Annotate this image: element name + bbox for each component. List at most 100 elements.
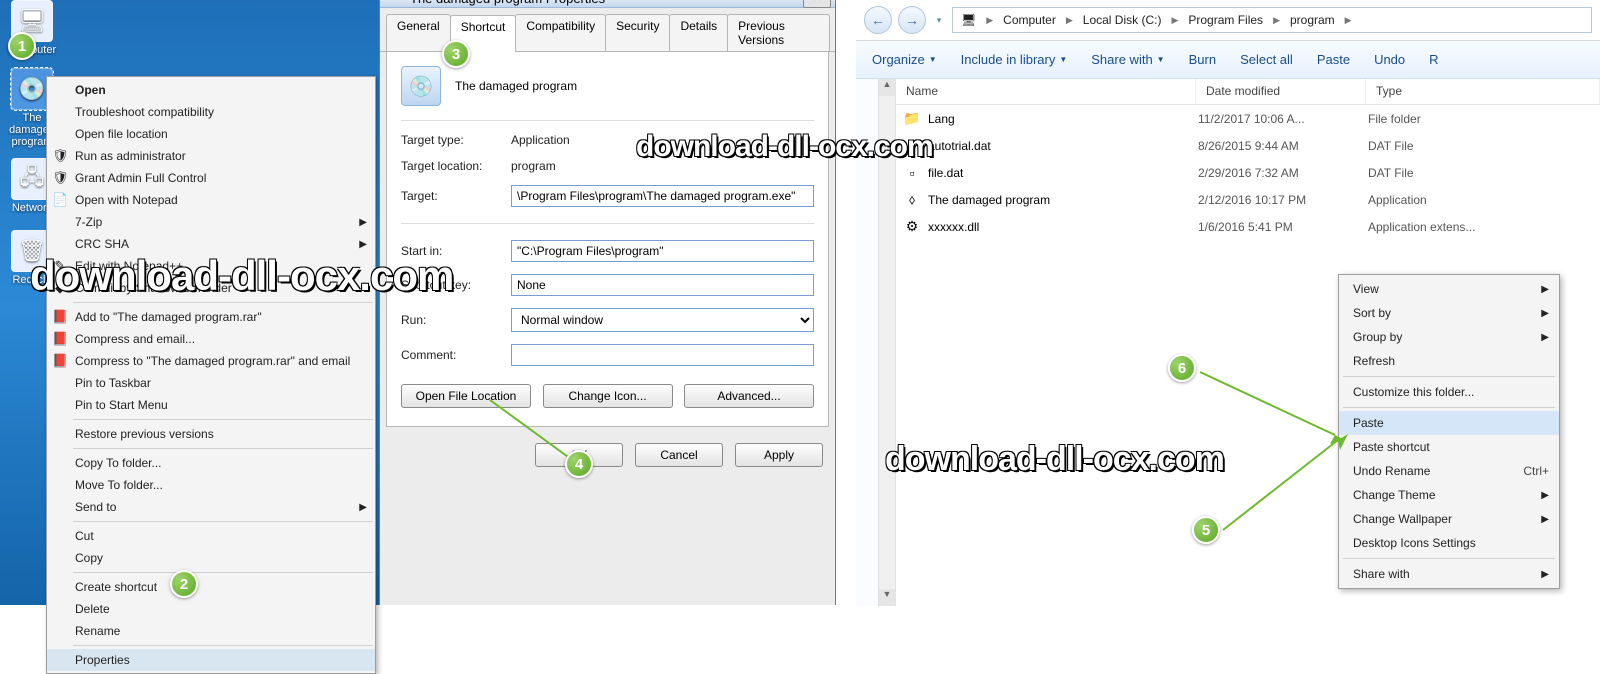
open-file-location-button[interactable]: Open File Location [401,384,531,408]
context-menu-item[interactable]: Change Theme▶ [1339,483,1559,507]
context-menu-item[interactable]: Copy [47,547,375,569]
step-badge-6: 6 [1168,354,1196,382]
file-icon: 📁 [902,110,922,127]
context-menu-item[interactable]: Move To folder... [47,474,375,496]
context-menu-item[interactable]: 📄Open with Notepad [47,189,375,211]
menu-item-label: Pin to Taskbar [75,376,151,390]
menu-item-label: Compress to "The damaged program.rar" an… [75,354,350,368]
back-button[interactable]: ← [864,6,892,34]
breadcrumb-segment[interactable]: Program Files [1180,8,1271,32]
menu-item-label: Desktop Icons Settings [1353,536,1476,550]
cmd-organize[interactable]: Organize▼ [872,52,937,67]
context-menu-item[interactable]: Group by▶ [1339,325,1559,349]
submenu-arrow-icon: ▶ [1541,308,1549,319]
cmd-select-all[interactable]: Select all [1240,52,1293,67]
context-menu-item[interactable]: Cut [47,525,375,547]
file-row[interactable]: ▫autotrial.dat8/26/2015 9:44 AMDAT File [896,132,1600,159]
file-row[interactable]: 📁Lang11/2/2017 10:06 A...File folder [896,105,1600,132]
target-input[interactable] [511,185,814,207]
context-menu-item[interactable]: Paste [1339,411,1559,435]
comment-input[interactable] [511,344,814,366]
col-type[interactable]: Type [1366,79,1600,104]
context-menu-item[interactable]: Open file location [47,123,375,145]
context-menu-item[interactable]: Delete [47,598,375,620]
breadcrumb-segment[interactable]: Local Disk (C:) [1075,8,1170,32]
nav-row: ← → ▾ 🖥▶Computer▶Local Disk (C:)▶Program… [856,0,1600,41]
context-menu-item[interactable]: Paste shortcut [1339,435,1559,459]
computer-icon[interactable]: 🖥 [953,8,984,32]
context-menu-item[interactable]: Pin to Start Menu [47,394,375,416]
context-menu-item[interactable]: Share with▶ [1339,562,1559,586]
cmd-paste[interactable]: Paste [1317,52,1350,67]
context-menu-item[interactable]: 📕Add to "The damaged program.rar" [47,306,375,328]
context-menu-item[interactable]: 🛡Grant Admin Full Control [47,167,375,189]
submenu-arrow-icon: ▶ [359,217,367,228]
context-menu-item[interactable]: Copy To folder... [47,452,375,474]
file-icon: ▫ [902,165,922,181]
label-run: Run: [401,313,511,327]
context-menu-item[interactable]: Rename [47,620,375,642]
menu-item-label: Open [75,83,106,97]
menu-item-label: Change Theme [1353,488,1436,502]
context-menu-item[interactable]: Properties [47,649,375,671]
cmd-undo[interactable]: Undo [1374,52,1405,67]
context-menu-item[interactable]: Pin to Taskbar [47,372,375,394]
tab-previous-versions[interactable]: Previous Versions [727,14,830,51]
start-in-input[interactable] [511,240,814,262]
context-menu-item[interactable]: View▶ [1339,277,1559,301]
breadcrumb-segment[interactable]: program [1282,8,1343,32]
address-bar[interactable]: 🖥▶Computer▶Local Disk (C:)▶Program Files… [952,7,1592,33]
context-menu-item[interactable]: Customize this folder... [1339,380,1559,404]
context-menu-item[interactable]: Desktop Icons Settings [1339,531,1559,555]
scroll-down-icon[interactable]: ▼ [879,589,895,606]
tab-security[interactable]: Security [605,14,670,51]
col-name[interactable]: Name [896,79,1196,104]
cmd-burn[interactable]: Burn [1189,52,1216,67]
file-name: The damaged program [922,193,1198,207]
context-menu-item[interactable]: Undo RenameCtrl+ [1339,459,1559,483]
context-menu-item[interactable]: Change Wallpaper▶ [1339,507,1559,531]
context-menu-item[interactable]: 7-Zip▶ [47,211,375,233]
change-icon-button[interactable]: Change Icon... [543,384,673,408]
forward-button[interactable]: → [898,6,926,34]
cmd-include-in-library[interactable]: Include in library▼ [961,52,1068,67]
context-menu-item[interactable]: Create shortcut [47,576,375,598]
menu-item-label: Compress and email... [75,332,195,346]
col-date[interactable]: Date modified [1196,79,1366,104]
tab-general[interactable]: General [386,14,451,51]
context-menu-item[interactable]: Open [47,79,375,101]
apply-button[interactable]: Apply [735,443,823,467]
context-menu-item[interactable]: Restore previous versions [47,423,375,445]
cancel-button[interactable]: Cancel [635,443,723,467]
context-menu-item[interactable]: 📕Compress to "The damaged program.rar" a… [47,350,375,372]
label-comment: Comment: [401,348,511,362]
context-menu-item[interactable]: Send to▶ [47,496,375,518]
menu-item-icon: 📕 [52,331,68,347]
context-menu-item[interactable]: 📕 Compress and email... [47,328,375,350]
close-button[interactable]: ✕ [803,0,831,8]
scroll-up-icon[interactable]: ▲ [879,79,895,96]
tab-details[interactable]: Details [669,14,728,51]
watermark-text: download-dll-ocx.com [636,130,933,164]
tab-compatibility[interactable]: Compatibility [515,14,606,51]
context-menu-item[interactable]: Sort by▶ [1339,301,1559,325]
context-menu-item[interactable]: Refresh [1339,349,1559,373]
history-dropdown[interactable]: ▾ [932,6,946,34]
file-icon: ⬨ [902,191,922,208]
cmd-share-with[interactable]: Share with▼ [1091,52,1164,67]
context-menu-item[interactable]: Troubleshoot compatibility [47,101,375,123]
cmd-redo[interactable]: R [1429,52,1438,67]
menu-item-label: Customize this folder... [1353,385,1474,399]
run-select[interactable]: Normal window [511,308,814,332]
menu-item-shortcut: Ctrl+ [1523,464,1549,478]
file-row[interactable]: ⚙xxxxxx.dll1/6/2016 5:41 PMApplication e… [896,213,1600,240]
file-row[interactable]: ⬨The damaged program2/12/2016 10:17 PMAp… [896,186,1600,213]
breadcrumb-segment[interactable]: Computer [995,8,1064,32]
advanced-button[interactable]: Advanced... [684,384,814,408]
submenu-arrow-icon: ▶ [359,239,367,250]
step-badge-2: 2 [170,570,198,598]
file-row[interactable]: ▫file.dat2/29/2016 7:32 AMDAT File [896,159,1600,186]
menu-item-label: Troubleshoot compatibility [75,105,214,119]
shortcut-key-input[interactable] [511,274,814,296]
context-menu-item[interactable]: 🛡Run as administrator [47,145,375,167]
